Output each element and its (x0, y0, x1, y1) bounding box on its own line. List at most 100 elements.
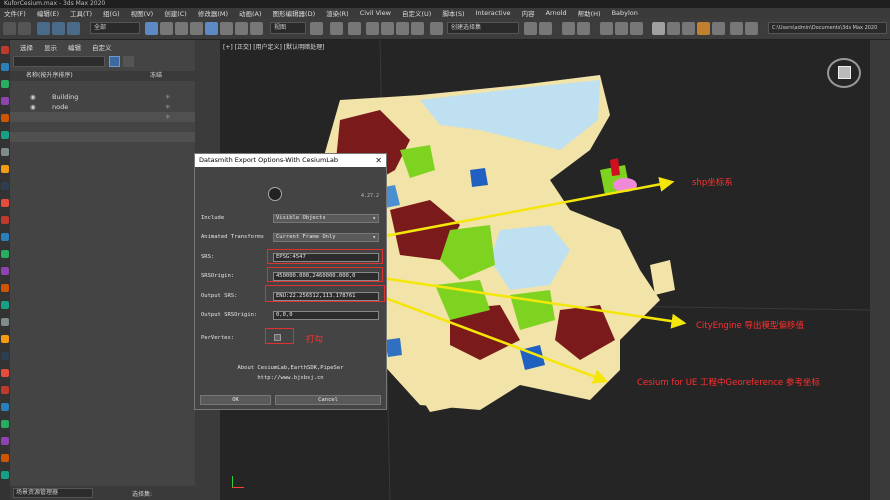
bind-spacewarp-icon[interactable] (67, 22, 80, 35)
eye-icon[interactable]: ◉ (30, 102, 36, 112)
command-icon[interactable] (1, 352, 9, 360)
selection-filter-dropdown[interactable]: 全部 (90, 22, 140, 34)
eye-icon[interactable]: ◉ (30, 92, 36, 102)
scene-search-input[interactable] (13, 56, 105, 67)
tree-row-building[interactable]: ◉ Building ✳ (10, 92, 195, 102)
tree-row[interactable]: ✳ (10, 112, 195, 122)
layer-explorer-icon[interactable] (562, 22, 575, 35)
command-icon[interactable] (1, 420, 9, 428)
column-frozen[interactable]: 冻结 (150, 71, 162, 81)
angle-snap-icon[interactable] (381, 22, 394, 35)
project-path-field[interactable]: C:\Users\admin\Documents\3ds Max 2020 (768, 22, 887, 34)
command-icon[interactable] (1, 403, 9, 411)
open-folder-icon[interactable] (730, 22, 743, 35)
keyboard-shortcut-icon[interactable] (348, 22, 361, 35)
tree-row-node[interactable]: ◉ node ✳ (10, 102, 195, 112)
mirror-icon[interactable] (524, 22, 537, 35)
percent-snap-icon[interactable] (396, 22, 409, 35)
command-icon[interactable] (1, 114, 9, 122)
menu-item[interactable]: 脚本(S) (438, 8, 471, 18)
render-setup-icon[interactable] (667, 22, 680, 35)
command-icon[interactable] (1, 80, 9, 88)
scene-explorer-icon[interactable] (577, 22, 590, 35)
manipulate-icon[interactable] (330, 22, 343, 35)
command-icon[interactable] (1, 199, 9, 207)
menu-item[interactable]: 组(G) (99, 8, 127, 18)
select-object-icon[interactable] (145, 22, 158, 35)
save-icon[interactable] (745, 22, 758, 35)
curve-editor-icon[interactable] (615, 22, 628, 35)
freeze-icon[interactable]: ✳ (165, 112, 170, 122)
menu-item[interactable]: 工具(T) (66, 8, 99, 18)
command-icon[interactable] (1, 131, 9, 139)
tree-row[interactable] (10, 122, 195, 132)
edit-named-selection-icon[interactable] (430, 22, 443, 35)
close-icon[interactable]: ✕ (375, 154, 382, 167)
freeze-icon[interactable]: ✳ (165, 102, 170, 112)
menu-item[interactable]: 自定义(U) (398, 8, 438, 18)
menu-item[interactable]: 内容 (518, 8, 542, 18)
ribbon-icon[interactable] (600, 22, 613, 35)
command-icon[interactable] (1, 182, 9, 190)
tab-edit[interactable]: 编辑 (68, 42, 81, 52)
move-icon[interactable] (205, 22, 218, 35)
spinner-snap-icon[interactable] (411, 22, 424, 35)
window-crossing-icon[interactable] (190, 22, 203, 35)
ok-button[interactable]: OK (200, 395, 271, 405)
menu-item[interactable]: 创建(C) (160, 8, 194, 18)
command-icon[interactable] (1, 46, 9, 54)
schematic-view-icon[interactable] (630, 22, 643, 35)
rotate-icon[interactable] (220, 22, 233, 35)
link-icon[interactable] (37, 22, 50, 35)
command-icon[interactable] (1, 454, 9, 462)
options-icon[interactable] (123, 56, 134, 67)
menu-item[interactable]: 帮助(H) (574, 8, 608, 18)
include-select[interactable]: Visible Objects (273, 214, 379, 223)
command-icon[interactable] (1, 471, 9, 479)
animated-transforms-select[interactable]: Current Frame Only (273, 233, 379, 242)
command-icon[interactable] (1, 284, 9, 292)
render-frame-icon[interactable] (682, 22, 695, 35)
cancel-button[interactable]: Cancel (275, 395, 381, 405)
freeze-icon[interactable]: ✳ (165, 92, 170, 102)
command-icon[interactable] (1, 216, 9, 224)
select-by-name-icon[interactable] (160, 22, 173, 35)
tab-customize[interactable]: 自定义 (92, 42, 112, 52)
menu-item[interactable]: 编辑(E) (33, 8, 66, 18)
menu-item[interactable]: 文件(F) (0, 8, 33, 18)
undo-icon[interactable] (3, 22, 16, 35)
output-srs-origin-input[interactable]: 0,0,0 (273, 311, 379, 320)
command-icon[interactable] (1, 97, 9, 105)
material-editor-icon[interactable] (652, 22, 665, 35)
column-name[interactable]: 名称(按升序排序) (26, 71, 73, 81)
menu-item[interactable]: 图形编辑器(D) (269, 8, 323, 18)
named-selection-dropdown[interactable]: 创建选择集 (447, 22, 519, 34)
command-icon[interactable] (1, 369, 9, 377)
command-icon[interactable] (1, 165, 9, 173)
menu-item[interactable]: 动画(A) (235, 8, 269, 18)
reference-coord-dropdown[interactable]: 视图 (270, 22, 306, 34)
command-icon[interactable] (1, 267, 9, 275)
command-icon[interactable] (1, 148, 9, 156)
command-icon[interactable] (1, 250, 9, 258)
menu-item[interactable]: Arnold (542, 9, 574, 17)
region-select-icon[interactable] (175, 22, 188, 35)
command-icon[interactable] (1, 335, 9, 343)
command-icon[interactable] (1, 233, 9, 241)
pivot-icon[interactable] (310, 22, 323, 35)
render-icon[interactable] (697, 22, 710, 35)
tree-row[interactable] (10, 132, 195, 142)
command-icon[interactable] (1, 318, 9, 326)
scene-explorer-dropdown[interactable]: 场景资源管理器 (13, 488, 93, 498)
command-icon[interactable] (1, 386, 9, 394)
redo-icon[interactable] (18, 22, 31, 35)
menu-item[interactable]: Babylon (608, 9, 645, 17)
render-cloud-icon[interactable] (712, 22, 725, 35)
align-icon[interactable] (539, 22, 552, 35)
unlink-icon[interactable] (52, 22, 65, 35)
menu-item[interactable]: Civil View (356, 9, 398, 17)
command-icon[interactable] (1, 301, 9, 309)
filter-icon[interactable] (109, 56, 120, 67)
viewcube-icon[interactable] (827, 58, 861, 88)
tab-select[interactable]: 选择 (20, 42, 33, 52)
